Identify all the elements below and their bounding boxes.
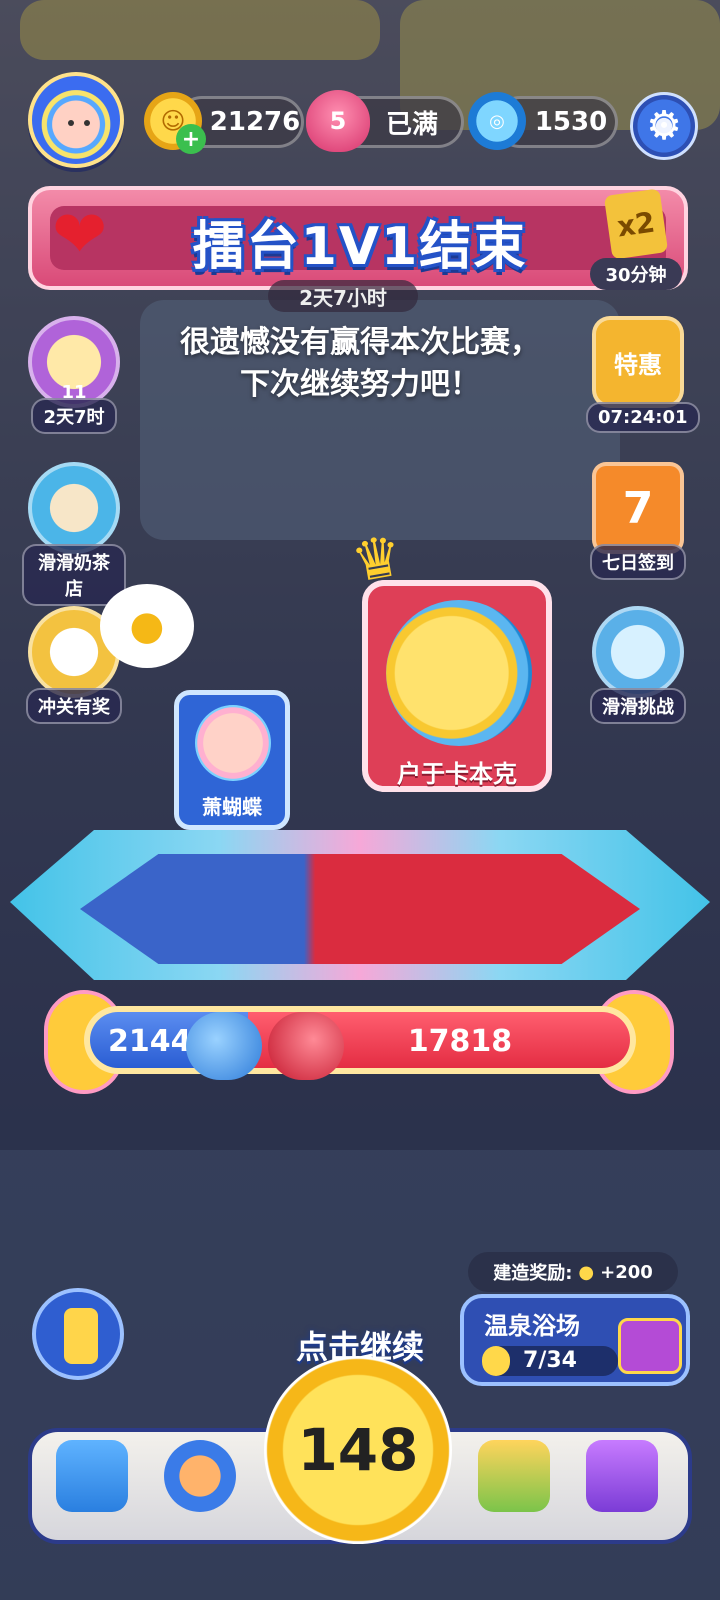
boxing-ring bbox=[0, 820, 720, 1010]
lives-status: 已满 bbox=[385, 109, 438, 140]
build-reward-amount: +200 bbox=[600, 1261, 653, 1283]
side-item-event-label: 2天7时 bbox=[31, 398, 117, 434]
shop-bag-icon[interactable] bbox=[586, 1440, 658, 1512]
friends-icon[interactable] bbox=[164, 1440, 236, 1512]
build-reward-label: 建造奖励: bbox=[493, 1263, 573, 1284]
center-count: 148 bbox=[297, 1416, 419, 1484]
build-reward: 建造奖励: ● +200 bbox=[468, 1252, 678, 1292]
heart-icon: 5 bbox=[306, 90, 370, 152]
coin-amount: 21276 bbox=[209, 107, 301, 137]
side-item-milktea-shop[interactable]: 滑滑奶茶店 bbox=[22, 462, 126, 606]
opponent-card: 户于卡本克 bbox=[362, 580, 552, 792]
player-avatar-face bbox=[195, 705, 271, 781]
avatar-eye-right bbox=[84, 120, 90, 126]
coin-stack-icon: ● bbox=[578, 1261, 595, 1283]
calendar-day: 7 bbox=[622, 482, 654, 534]
build-icon[interactable] bbox=[478, 1440, 550, 1512]
center-coin-button[interactable]: 148 bbox=[264, 1356, 452, 1544]
side-item-slide-challenge[interactable]: 滑滑挑战 bbox=[586, 606, 690, 724]
ring-mat bbox=[80, 854, 640, 964]
offer-badge-text: 特惠 bbox=[614, 350, 662, 379]
player-card: 萧蝴蝶 bbox=[174, 690, 290, 830]
lives-count: 5 bbox=[329, 107, 347, 135]
challenge-mascot-icon bbox=[592, 606, 684, 698]
result-title: 擂台1V1结束 bbox=[192, 217, 528, 277]
add-coin-icon[interactable]: + bbox=[176, 124, 206, 154]
opponent-name: 户于卡本克 bbox=[397, 760, 517, 788]
gem-amount: 1530 bbox=[534, 107, 608, 137]
special-offer-timer: 07:24:01 bbox=[586, 402, 700, 433]
offer-icon: 特惠 bbox=[592, 316, 684, 408]
side-item-level-reward-label: 冲关有奖 bbox=[26, 688, 122, 724]
side-item-milktea-label: 滑滑奶茶店 bbox=[22, 544, 126, 606]
side-item-event-count: 11 bbox=[61, 382, 87, 403]
avatar-eye-left bbox=[68, 120, 74, 126]
event-timer: 2天7小时 bbox=[268, 280, 418, 312]
side-item-daily-checkin[interactable]: 7 七日签到 bbox=[586, 462, 690, 580]
side-item-special-offer[interactable]: 特惠 07:24:01 bbox=[586, 316, 700, 433]
emote-bubble: ● bbox=[100, 584, 194, 668]
opponent-avatar-face bbox=[386, 600, 532, 746]
milktea-icon bbox=[28, 462, 120, 554]
settings-gear-icon[interactable]: ⚙ bbox=[630, 92, 698, 160]
gem-icon: ◎ bbox=[468, 92, 526, 150]
daily-checkin-label: 七日签到 bbox=[590, 544, 686, 580]
leaderboard-icon[interactable] bbox=[56, 1440, 128, 1512]
player-name: 萧蝴蝶 bbox=[202, 795, 262, 819]
opponent-score: 17818 bbox=[407, 1024, 513, 1059]
calendar-icon: 7 bbox=[592, 462, 684, 554]
slide-challenge-label: 滑滑挑战 bbox=[590, 688, 686, 724]
red-glove-icon bbox=[268, 1012, 344, 1080]
blue-glove-icon bbox=[186, 1012, 262, 1080]
player-avatar[interactable] bbox=[28, 72, 124, 168]
player-score: 2144 bbox=[108, 1024, 192, 1059]
side-item-event[interactable]: 11 2天7时 bbox=[22, 316, 126, 434]
